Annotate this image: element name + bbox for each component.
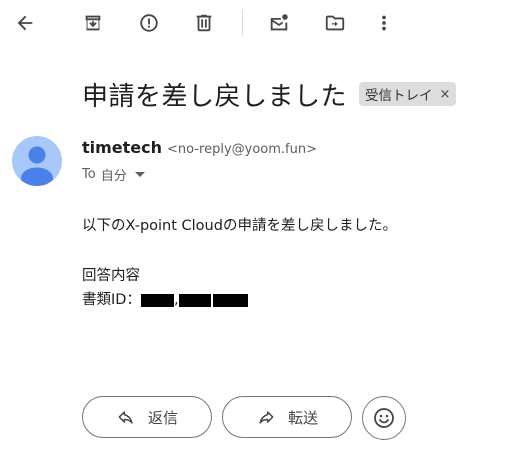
reply-icon [118, 411, 133, 424]
reply-label: 返信 [147, 408, 178, 427]
chevron-down-icon [134, 171, 145, 177]
body-line-3: 書類ID：, [82, 288, 248, 309]
forward-button[interactable]: 転送 [222, 396, 352, 438]
forward-icon [259, 411, 274, 424]
reply-button[interactable]: 返信 [82, 396, 212, 438]
back-arrow-icon[interactable] [8, 6, 42, 40]
redaction-block [178, 293, 211, 307]
sender-name[interactable]: timetech [82, 138, 162, 157]
redaction-block [140, 293, 174, 307]
document-id-label: 書類ID： [82, 292, 141, 308]
email-subject: 申請を差し戻しました [82, 81, 348, 112]
recipient-name: 自分 [100, 168, 127, 184]
toolbar-divider [242, 10, 243, 36]
forward-label: 転送 [287, 408, 318, 427]
subject-row: 申請を差し戻しました 受信トレイ × [82, 74, 457, 114]
person-icon [21, 146, 53, 186]
body-line-1: 以下のX-point Cloudの申請を差し戻しました。 [82, 218, 397, 234]
redaction-block [212, 293, 248, 307]
report-spam-icon[interactable] [132, 6, 166, 40]
recipient-details-toggle[interactable]: To 自分 [82, 164, 145, 184]
smiley-icon [374, 408, 394, 428]
label-chip-inbox[interactable]: 受信トレイ × [359, 82, 457, 106]
archive-icon[interactable] [76, 6, 110, 40]
avatar[interactable] [12, 136, 62, 186]
label-chip-text: 受信トレイ [365, 88, 433, 104]
to-prefix: To [82, 166, 96, 182]
mark-unread-icon[interactable] [262, 6, 296, 40]
remove-label-icon[interactable]: × [440, 87, 451, 102]
body-line-2: 回答内容 [82, 268, 140, 284]
delete-icon[interactable] [187, 6, 221, 40]
emoji-reaction-button[interactable] [362, 396, 406, 440]
sender-email: <no-reply@yoom.fun> [167, 142, 318, 157]
move-to-icon[interactable] [318, 6, 352, 40]
more-vert-icon[interactable] [367, 6, 401, 40]
toolbar [0, 0, 531, 46]
sender-line: timetech <no-reply@yoom.fun> [82, 138, 317, 160]
